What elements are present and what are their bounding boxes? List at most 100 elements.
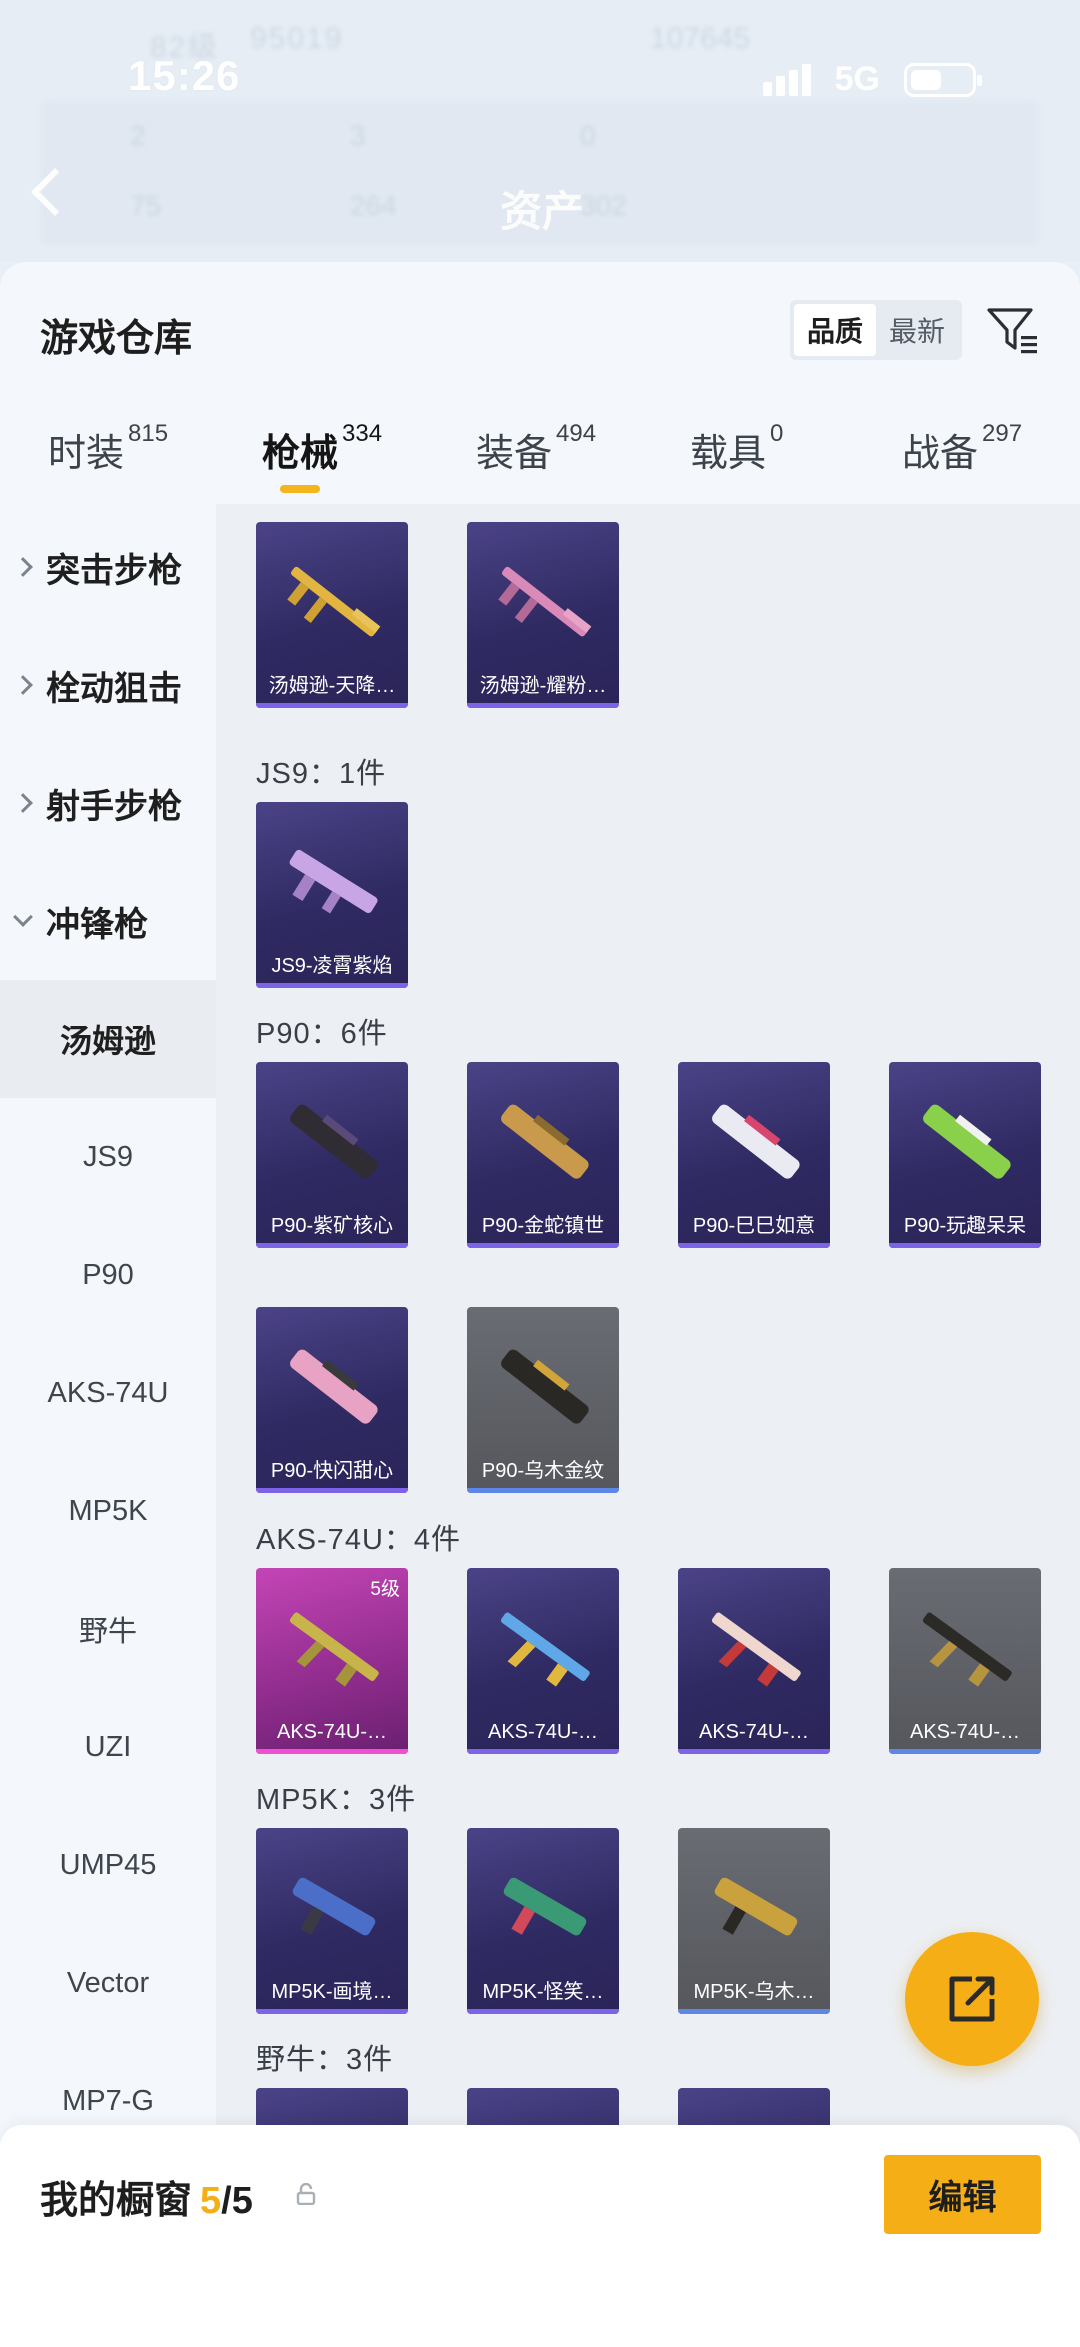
mp5k-gun-icon	[714, 1877, 798, 1936]
item-card[interactable]: MP5K-乌木…	[678, 1828, 830, 2014]
subcategory-p90[interactable]: P90	[0, 1216, 216, 1334]
background-header: 82级 95019 107645 2 3 0 75 264 302 15:26 …	[0, 0, 1080, 262]
subcategory-label: 野牛	[78, 1616, 137, 1648]
edit-button[interactable]: 编辑	[884, 2155, 1041, 2234]
stat-value: 3	[350, 120, 366, 151]
showcase-current-count: 5	[200, 2180, 222, 2222]
item-card[interactable]: P90-玩趣呆呆	[889, 1062, 1041, 1248]
item-name: P90-乌木金纹	[481, 1460, 605, 1482]
section-title: 野牛：3件	[256, 2044, 394, 2076]
item-card[interactable]: P90-金蛇镇世	[467, 1062, 619, 1248]
p90-gun-icon	[501, 1104, 589, 1179]
item-card[interactable]: 汤姆逊-耀粉…	[467, 522, 619, 708]
p90-gun-icon	[290, 1349, 378, 1424]
p90-gun-icon	[923, 1104, 1011, 1179]
category-bolt-sniper[interactable]: 栓动狙击	[0, 626, 216, 744]
tab-equipment[interactable]: 装备 494	[476, 420, 597, 502]
category-smg[interactable]: 冲锋枪	[0, 862, 216, 980]
item-card[interactable]: AKS-74U-…	[467, 1568, 619, 1754]
thompson-gun-icon	[498, 566, 592, 637]
aks-gun-icon	[711, 1612, 801, 1687]
chevron-right-icon	[13, 675, 33, 695]
item-card[interactable]: AKS-74U-…	[678, 1568, 830, 1754]
section-title: AKS-74U：4件	[256, 1524, 462, 1556]
aks-gun-icon	[922, 1612, 1012, 1687]
warehouse-sheet: 游戏仓库 品质 最新 时装 815 枪械 334 装备 494 载具 0 战备 …	[0, 262, 1080, 2347]
subcategory-label: MP5K	[68, 1494, 148, 1527]
status-icons: 5G	[762, 60, 982, 99]
sort-newest-button[interactable]: 最新	[876, 304, 958, 356]
tab-fashion[interactable]: 时装 815	[48, 420, 168, 502]
subcategory-label: P90	[82, 1258, 134, 1291]
subcategory-mp5k[interactable]: MP5K	[0, 1452, 216, 1570]
showcase-label: 我的橱窗 5 /5	[40, 2169, 253, 2224]
subcategory-thompson[interactable]: 汤姆逊	[0, 980, 216, 1098]
share-icon	[949, 1976, 995, 2022]
tab-vehicles[interactable]: 载具 0	[690, 420, 783, 502]
active-tab-indicator	[280, 485, 320, 493]
item-card[interactable]: MP5K-怪笑…	[467, 1828, 619, 2014]
tab-tactical[interactable]: 战备 297	[902, 420, 1023, 502]
item-card[interactable]: P90-紫矿核心	[256, 1062, 408, 1248]
chevron-right-icon	[13, 793, 33, 813]
subcategory-aks74u[interactable]: AKS-74U	[0, 1334, 216, 1452]
mp5k-gun-icon	[292, 1877, 376, 1936]
item-card[interactable]: AKS-74U-…	[889, 1568, 1041, 1754]
filter-icon[interactable]	[985, 302, 1041, 358]
weapon-category-list: 突击步枪 栓动狙击 射手步枪 冲锋枪 汤姆逊 JS9 P90 AKS-74U M…	[0, 504, 216, 2347]
item-name: MP5K-乌木…	[693, 1981, 815, 2003]
item-card[interactable]: JS9-凌霄紫焰	[256, 802, 408, 988]
category-assault-rifle[interactable]: 突击步枪	[0, 508, 216, 626]
subcategory-vector[interactable]: Vector	[0, 1924, 216, 2042]
item-card[interactable]: 5级 AKS-74U-…	[256, 1568, 408, 1754]
stat-value: 264	[350, 190, 397, 221]
item-card[interactable]: P90-乌木金纹	[467, 1307, 619, 1493]
item-name: P90-金蛇镇世	[481, 1215, 605, 1237]
tab-label: 战备	[902, 433, 979, 475]
tab-label: 枪械	[262, 433, 339, 475]
sheet-header: 游戏仓库 品质 最新	[0, 262, 1080, 382]
subcategory-js9[interactable]: JS9	[0, 1098, 216, 1216]
item-name: JS9-凌霄紫焰	[271, 955, 393, 977]
subcategory-label: AKS-74U	[47, 1376, 169, 1409]
tab-label: 时装	[48, 433, 125, 475]
category-marksman-rifle[interactable]: 射手步枪	[0, 744, 216, 862]
subcategory-label: 汤姆逊	[59, 1023, 156, 1059]
tab-count: 494	[556, 420, 597, 447]
status-time: 15:26	[128, 52, 241, 99]
item-name: AKS-74U-…	[909, 1721, 1021, 1743]
stat-value: 2	[130, 120, 146, 151]
item-card[interactable]: MP5K-画境…	[256, 1828, 408, 2014]
item-card[interactable]: P90-快闪甜心	[256, 1307, 408, 1493]
subcategory-uzi[interactable]: UZI	[0, 1688, 216, 1806]
item-card[interactable]: P90-巳巳如意	[678, 1062, 830, 1248]
subcategory-label: Vector	[66, 1966, 150, 1999]
category-label: 栓动狙击	[46, 669, 182, 708]
lock-icon	[296, 2183, 316, 2205]
mp5k-gun-icon	[503, 1877, 587, 1936]
subcategory-bison[interactable]: 野牛	[0, 1570, 216, 1688]
profile-coins: 95019	[250, 22, 344, 55]
item-card[interactable]: 汤姆逊-天降…	[256, 522, 408, 708]
tab-count: 297	[982, 420, 1023, 447]
section-title: JS9：1件	[256, 758, 387, 790]
thompson-gun-icon	[287, 566, 381, 637]
p90-gun-icon	[501, 1349, 589, 1424]
share-button[interactable]	[905, 1932, 1039, 2066]
p90-gun-icon	[712, 1104, 800, 1179]
showcase-bar: 我的橱窗 5 /5 编辑	[0, 2125, 1080, 2347]
aks-gun-icon	[500, 1612, 590, 1687]
tab-count: 334	[342, 420, 383, 447]
profile-score: 107645	[650, 22, 751, 55]
item-name: 汤姆逊-耀粉…	[479, 675, 607, 697]
item-name: 汤姆逊-天降…	[268, 675, 396, 697]
subcategory-ump45[interactable]: UMP45	[0, 1806, 216, 1924]
chevron-right-icon	[13, 557, 33, 577]
aks-gun-icon	[289, 1612, 379, 1687]
tab-label: 装备	[476, 433, 553, 475]
subcategory-label: JS9	[83, 1140, 133, 1173]
sort-quality-button[interactable]: 品质	[794, 304, 876, 356]
tab-label: 载具	[690, 433, 767, 475]
item-name: AKS-74U-…	[276, 1721, 388, 1743]
category-label: 突击步枪	[46, 551, 182, 590]
